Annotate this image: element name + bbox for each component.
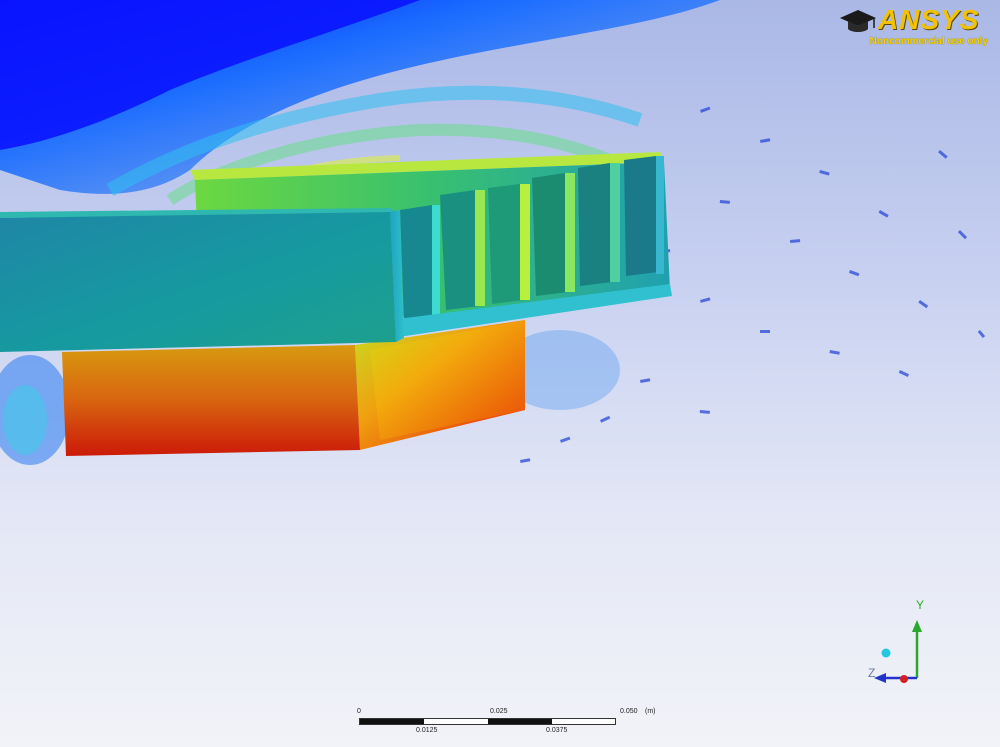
z-axis-arrow	[874, 673, 886, 683]
scene-svg	[0, 0, 986, 465]
ansys-logo: ANSYS Noncommercial use only	[838, 4, 988, 48]
x-axis-dot	[900, 675, 908, 683]
scale-unit: (m)	[645, 708, 656, 715]
scale-label-0.0375: 0.0375	[546, 727, 568, 734]
axis-triad[interactable]: Y Z	[860, 596, 940, 691]
y-axis-label: Y	[916, 598, 925, 612]
graphics-viewport[interactable]	[0, 0, 1000, 747]
scale-label-0.050: 0.050	[620, 708, 638, 715]
graduation-cap-icon	[840, 10, 876, 32]
heatsink-front	[0, 212, 396, 352]
chip-front	[62, 345, 360, 456]
scale-track	[359, 718, 616, 725]
license-notice: Noncommercial use only	[869, 36, 988, 47]
scale-label-0.025: 0.025	[490, 708, 508, 715]
z-axis-label: Z	[868, 666, 876, 680]
scale-label-0.0125: 0.0125	[416, 727, 438, 734]
scale-label-0: 0	[357, 708, 361, 715]
scale-bar: 0 0.025 0.050 (m) 0.0125 0.0375	[350, 706, 670, 742]
brand-name: ANSYS	[878, 4, 980, 35]
isometric-view-ball	[881, 648, 891, 658]
y-axis-arrow	[912, 620, 922, 632]
